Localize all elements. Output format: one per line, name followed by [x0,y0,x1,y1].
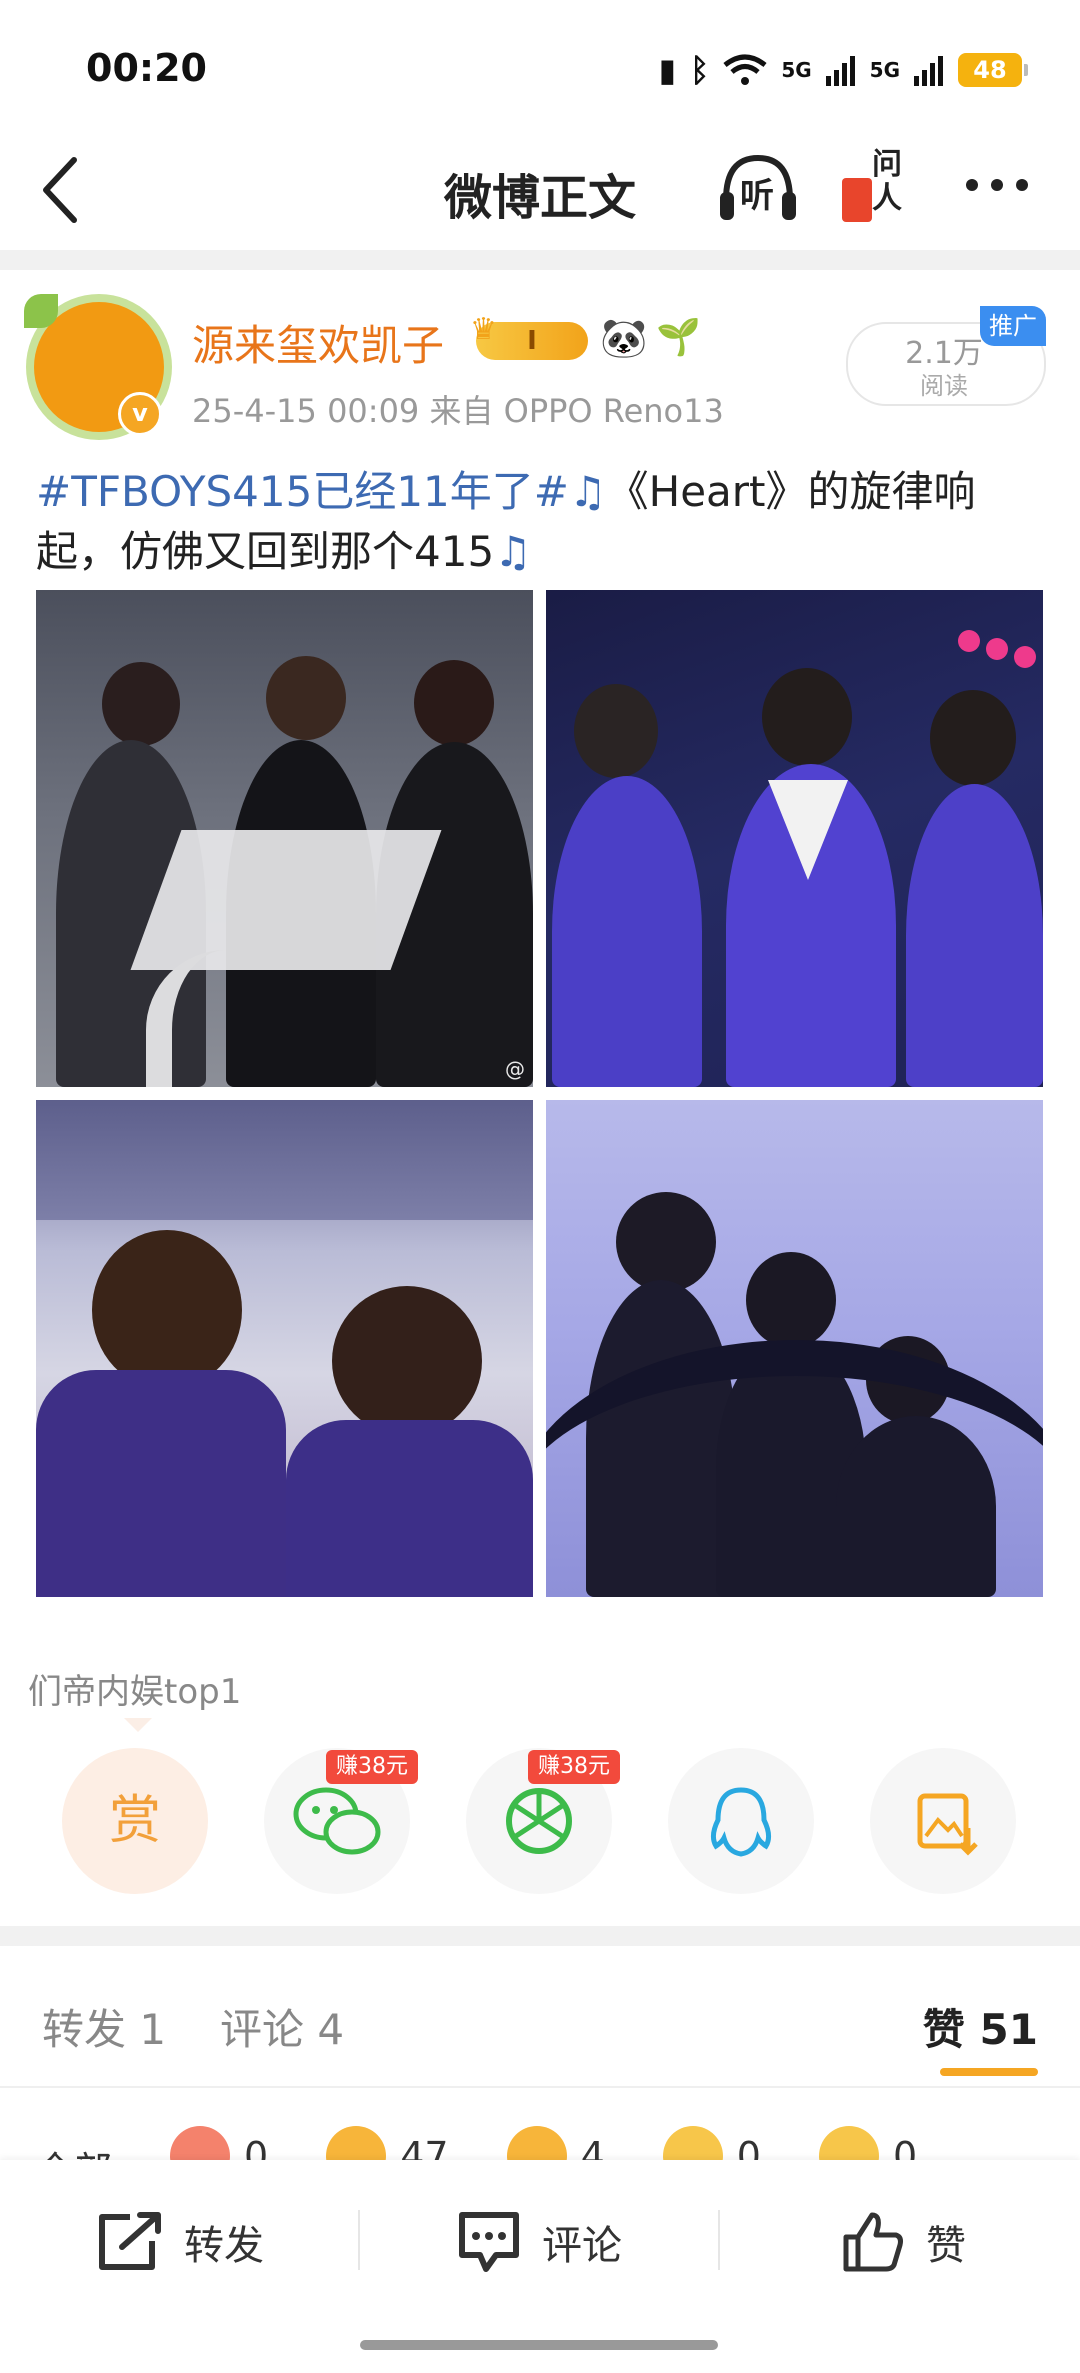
repost-button[interactable]: 转发 [96,2200,264,2284]
save-image-button[interactable] [870,1748,1016,1894]
tab-reposts[interactable]: 转发 1 [42,1996,166,2057]
repost-label: 转发 [184,2223,264,2269]
crown-icon: ♛ [470,312,497,347]
battery-indicator: 48 [958,53,1028,87]
section-separator [0,250,1080,270]
ask-label: 问人 [872,147,902,216]
comment-icon [459,2212,519,2272]
more-options-icon[interactable] [962,160,1032,210]
active-tab-indicator [940,2068,1038,2076]
section-separator [0,1926,1080,1946]
hint-pointer [124,1718,152,1732]
status-icons: ▮ ᛒ 5G 5G 48 [658,48,1028,92]
moments-earn-badge: 赚38元 [528,1750,620,1784]
listen-label: 听 [740,176,774,216]
reward-label: 赏 [108,1791,161,1851]
vibrate-icon: ▮ [658,51,677,89]
like-label: 赞 [926,2223,966,2269]
status-time: 00:20 [86,46,207,90]
post-image-3[interactable] [36,1100,533,1597]
hashtag-link[interactable]: #TFBOYS415已经11年了# [36,467,569,516]
verified-badge: v [118,392,162,436]
post-text: #TFBOYS415已经11年了#♫《Heart》的旋律响起，仿佛又回到那个41… [36,462,1046,582]
red-packet-icon [842,178,872,222]
signal-icon-1: 5G [781,58,812,82]
promote-tag[interactable]: 推广 [980,306,1046,346]
tab-likes[interactable]: 赞 51 [923,1996,1038,2057]
photo-watermark: @ [505,1057,525,1081]
music-note-icon: ♫ [568,467,607,516]
like-button[interactable]: 赞 [840,2200,966,2284]
music-note-icon: ♫ [494,527,532,576]
username[interactable]: 源来玺欢凯子 [192,312,444,373]
divider [358,2210,360,2270]
divider [0,2086,1080,2088]
tab-comments[interactable]: 评论 4 [220,1996,344,2057]
wifi-icon [723,54,767,85]
share-qq-button[interactable] [668,1748,814,1894]
ask-someone-button[interactable]: 问人 [842,148,922,228]
bluetooth-icon: ᛒ [690,51,710,89]
thumbs-up-icon [843,2212,903,2272]
post-meta: 25-4-15 00:09 来自 OPPO Reno13 [192,392,724,430]
level-badge-label: I [527,326,537,356]
signal-icon-2: 5G [869,58,900,82]
divider [718,2210,720,2270]
topic-hint[interactable]: 们帝内娱top1 [28,1664,241,1713]
listen-button[interactable]: 听 [716,148,800,228]
save-image-icon [917,1793,978,1856]
wechat-earn-badge: 赚38元 [326,1750,418,1784]
repost-icon [99,2212,161,2270]
panda-icon: 🐼 [600,316,648,360]
post-image-1[interactable]: @ [36,590,533,1087]
signal-bars-icon-1 [825,56,855,86]
qq-icon [710,1787,772,1857]
home-indicator[interactable] [360,2340,718,2350]
sprout-icon: 🌱 [656,317,701,358]
read-count-label: 阅读 [920,372,968,400]
post-image-4[interactable] [546,1100,1043,1597]
post-image-2[interactable] [546,590,1043,1087]
comment-button[interactable]: 评论 [456,2200,622,2284]
comment-label: 评论 [542,2223,622,2269]
signal-bars-icon-2 [914,56,943,86]
